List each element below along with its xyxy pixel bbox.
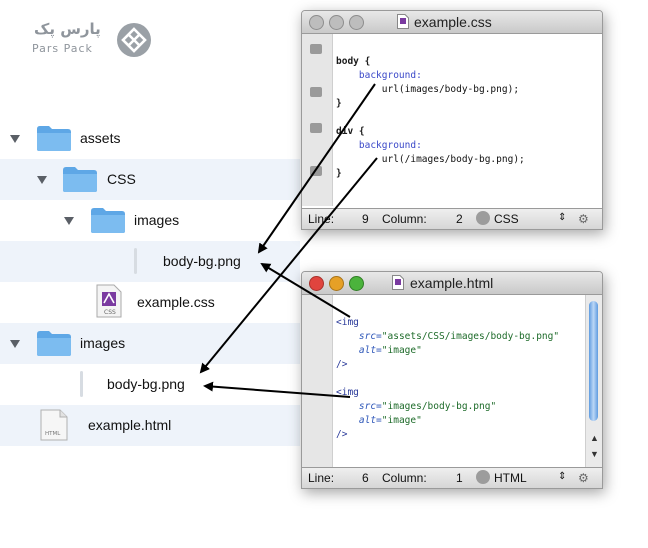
code-attr: src= xyxy=(358,401,382,412)
zoom-button[interactable] xyxy=(349,276,364,291)
syntax-selector[interactable]: HTML xyxy=(494,471,527,485)
code-line: url(/images/body-bg.png); xyxy=(381,154,525,165)
html-editor-window[interactable]: example.html ▲ ▼ <img src="assets/CSS/im… xyxy=(301,271,603,489)
column-label: Column: xyxy=(382,212,427,226)
code-value: "assets/CSS/images/body-bg.png" xyxy=(381,331,560,342)
fold-marker-icon[interactable] xyxy=(310,123,322,133)
code-line: } xyxy=(336,168,342,179)
tree-row-images-root[interactable]: images xyxy=(0,323,300,364)
css-file-icon: CSS xyxy=(96,284,122,318)
chevron-updown-icon[interactable]: ⇕ xyxy=(558,471,566,482)
html-document-icon xyxy=(392,275,404,290)
svg-text:HTML: HTML xyxy=(45,431,61,437)
fold-marker-icon[interactable] xyxy=(310,44,322,54)
folder-icon xyxy=(37,126,71,151)
folder-icon xyxy=(63,167,97,192)
fold-marker-icon[interactable] xyxy=(310,166,322,176)
code-line: background: xyxy=(358,140,422,151)
code-attr: alt= xyxy=(358,415,382,426)
code-line: background: xyxy=(358,70,422,81)
window-title: example.css xyxy=(414,14,492,30)
tree-label: images xyxy=(134,212,180,228)
close-button[interactable] xyxy=(309,276,324,291)
scroll-thumb[interactable] xyxy=(589,301,598,421)
status-bar: Line: 9 Column: 2 CSS ⇕ ⚙ xyxy=(302,208,602,229)
tree-row-example-html[interactable]: HTML example.html xyxy=(0,405,300,446)
code-line: div { xyxy=(336,126,365,137)
code-line: /> xyxy=(336,429,348,440)
scroll-down-arrow-icon[interactable]: ▼ xyxy=(590,449,599,459)
image-file-icon xyxy=(134,248,137,274)
code-value: "image" xyxy=(381,345,422,356)
tree-label: example.html xyxy=(88,417,172,433)
disclosure-triangle-icon[interactable] xyxy=(37,176,47,184)
line-gutter xyxy=(302,34,333,206)
tree-label: CSS xyxy=(107,171,136,187)
scroll-up-arrow-icon[interactable]: ▲ xyxy=(590,433,599,443)
css-document-icon xyxy=(397,14,409,29)
code-value: "images/body-bg.png" xyxy=(381,401,497,412)
chevron-updown-icon[interactable]: ⇕ xyxy=(558,212,566,223)
css-code-area[interactable]: body { background: url(images/body-bg.pn… xyxy=(336,41,525,181)
tree-row-css[interactable]: CSS xyxy=(0,159,300,200)
css-editor-window[interactable]: example.css body { background: url(image… xyxy=(301,10,603,230)
folder-icon xyxy=(37,331,71,356)
code-line: url(images/body-bg.png); xyxy=(381,84,520,95)
tree-label: assets xyxy=(80,130,121,146)
code-line: <img xyxy=(336,387,359,398)
tree-label: body-bg.png xyxy=(107,376,185,392)
window-title: example.html xyxy=(410,275,494,291)
tree-row-assets[interactable]: assets xyxy=(0,118,300,159)
line-label: Line: xyxy=(308,471,335,485)
line-gutter xyxy=(302,295,333,467)
tree-label: example.css xyxy=(137,294,215,310)
line-label: Line: xyxy=(308,212,335,226)
vertical-scrollbar[interactable]: ▲ ▼ xyxy=(585,295,602,467)
gear-icon[interactable]: ⚙ xyxy=(578,471,589,485)
title-bar[interactable]: example.html xyxy=(302,272,602,295)
logo-text-en: Pars Pack xyxy=(32,42,93,55)
zoom-button[interactable] xyxy=(349,15,364,30)
column-number: 2 xyxy=(456,212,463,226)
image-file-icon xyxy=(80,371,83,397)
parspack-logo: پارس پک Pars Pack xyxy=(28,18,151,62)
folder-icon xyxy=(91,208,125,233)
tree-row-example-css[interactable]: CSS example.css xyxy=(0,282,300,323)
clock-icon[interactable] xyxy=(476,211,490,225)
minimize-button[interactable] xyxy=(329,276,344,291)
code-attr: alt= xyxy=(358,345,382,356)
column-number: 1 xyxy=(456,471,463,485)
fold-marker-icon[interactable] xyxy=(310,87,322,97)
status-bar: Line: 6 Column: 1 HTML ⇕ ⚙ xyxy=(302,467,602,488)
tree-label: body-bg.png xyxy=(163,253,241,269)
clock-icon[interactable] xyxy=(476,470,490,484)
code-line: body { xyxy=(336,56,371,67)
tree-row-images[interactable]: images xyxy=(0,200,300,241)
syntax-selector[interactable]: CSS xyxy=(494,212,519,226)
disclosure-triangle-icon[interactable] xyxy=(10,340,20,348)
disclosure-triangle-icon[interactable] xyxy=(10,135,20,143)
tree-row-body-bg[interactable]: body-bg.png xyxy=(0,241,300,282)
close-button[interactable] xyxy=(309,15,324,30)
parspack-logo-mark-icon xyxy=(117,23,151,57)
tree-row-body-bg-root[interactable]: body-bg.png xyxy=(0,364,300,405)
line-number: 6 xyxy=(362,471,369,485)
code-line: <img xyxy=(336,317,359,328)
code-value: "image" xyxy=(381,415,422,426)
code-line: } xyxy=(336,98,342,109)
gear-icon[interactable]: ⚙ xyxy=(578,212,589,226)
column-label: Column: xyxy=(382,471,427,485)
html-file-icon: HTML xyxy=(40,409,68,441)
code-attr: src= xyxy=(358,331,382,342)
logo-text-fa: پارس پک xyxy=(34,20,101,38)
line-number: 9 xyxy=(362,212,369,226)
disclosure-triangle-icon[interactable] xyxy=(64,217,74,225)
title-bar[interactable]: example.css xyxy=(302,11,602,34)
svg-text:CSS: CSS xyxy=(104,309,116,316)
minimize-button[interactable] xyxy=(329,15,344,30)
html-code-area[interactable]: <img src="assets/CSS/images/body-bg.png"… xyxy=(336,302,559,442)
tree-label: images xyxy=(80,335,126,351)
code-line: /> xyxy=(336,359,348,370)
